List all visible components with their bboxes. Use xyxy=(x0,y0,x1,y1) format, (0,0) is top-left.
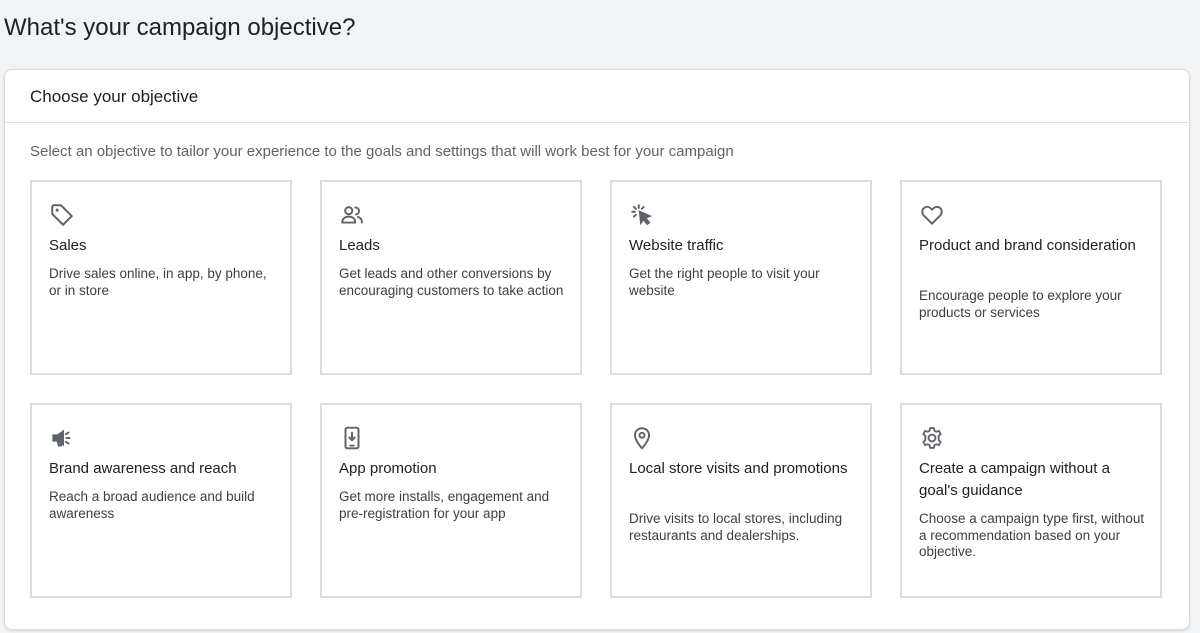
objective-panel: Choose your objective Select an objectiv… xyxy=(4,69,1190,630)
card-description: Encourage people to explore your product… xyxy=(919,288,1122,320)
objective-card-no-goal-guidance[interactable]: Create a campaign without a goal's guida… xyxy=(900,403,1162,598)
card-description: Reach a broad audience and build awarene… xyxy=(49,489,255,521)
cursor-click-icon xyxy=(629,202,655,228)
objective-card-website-traffic[interactable]: Website traffic Get the right people to … xyxy=(610,180,872,375)
card-description: Get the right people to visit your websi… xyxy=(629,266,820,298)
people-icon xyxy=(339,202,365,228)
phone-download-icon xyxy=(339,425,365,451)
card-title: Website traffic xyxy=(629,237,724,254)
objective-card-product-brand-consideration[interactable]: Product and brand consideration Encourag… xyxy=(900,180,1162,375)
card-description: Choose a campaign type first, without a … xyxy=(919,511,1145,559)
gear-icon xyxy=(919,425,945,451)
panel-title: Choose your objective xyxy=(30,87,199,106)
card-title: Local store visits and promotions xyxy=(629,460,848,477)
megaphone-icon xyxy=(49,425,75,451)
objective-card-sales[interactable]: Sales Drive sales online, in app, by pho… xyxy=(30,180,292,375)
card-description: Drive visits to local stores, including … xyxy=(629,511,843,543)
heart-icon xyxy=(919,202,945,228)
location-pin-icon xyxy=(629,425,655,451)
objective-card-app-promotion[interactable]: App promotion Get more installs, engagem… xyxy=(320,403,582,598)
tag-icon xyxy=(49,202,75,228)
card-title: Product and brand consideration xyxy=(919,237,1136,254)
card-title: App promotion xyxy=(339,460,437,477)
card-title: Leads xyxy=(339,237,380,254)
card-title: Brand awareness and reach xyxy=(49,460,237,477)
card-description: Drive sales online, in app, by phone, or… xyxy=(49,266,267,298)
card-title: Create a campaign without a goal's guida… xyxy=(919,460,1110,499)
objective-card-brand-awareness[interactable]: Brand awareness and reach Reach a broad … xyxy=(30,403,292,598)
panel-header: Choose your objective xyxy=(5,70,1189,123)
page-title: What's your campaign objective? xyxy=(4,14,356,41)
card-title: Sales xyxy=(49,237,87,254)
card-description: Get leads and other conversions by encou… xyxy=(339,266,564,298)
card-description: Get more installs, engagement and pre-re… xyxy=(339,489,550,521)
objective-card-local-store-visits[interactable]: Local store visits and promotions Drive … xyxy=(610,403,872,598)
panel-description: Select an objective to tailor your exper… xyxy=(30,143,734,160)
objective-card-leads[interactable]: Leads Get leads and other conversions by… xyxy=(320,180,582,375)
